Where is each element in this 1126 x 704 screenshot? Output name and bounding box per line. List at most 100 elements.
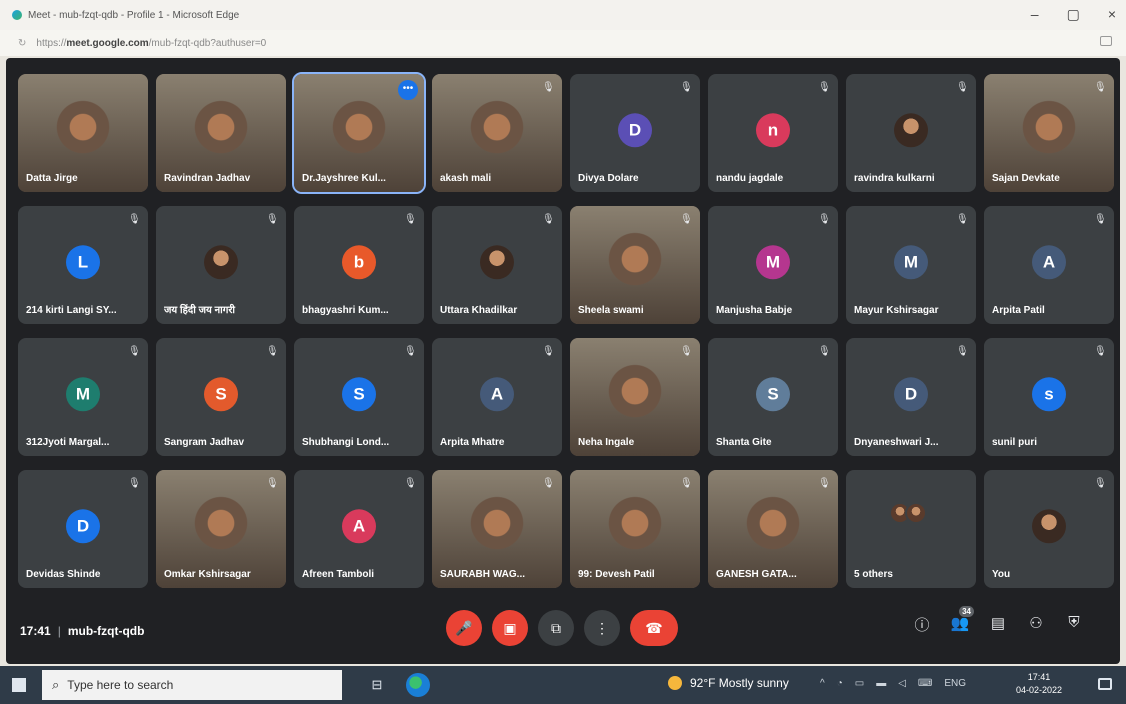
others-avatars — [889, 502, 927, 524]
participant-tile[interactable]: L 🎙 214 kirti Langi SY... — [18, 206, 148, 324]
mic-muted-icon: 🎙 — [542, 478, 555, 489]
participant-tile[interactable]: 5 others — [846, 470, 976, 588]
participant-tile[interactable]: D 🎙 Divya Dolare — [570, 74, 700, 192]
present-icon: ⧉ — [551, 619, 561, 636]
meeting-time: 17:41 — [20, 624, 51, 638]
chevron-up-icon[interactable]: ^ — [820, 678, 825, 689]
camera-toggle-button[interactable]: ▣ — [492, 610, 528, 646]
avatar: A — [480, 377, 514, 412]
participant-tile[interactable]: M 🎙 Mayur Kshirsagar — [846, 206, 976, 324]
participant-tile[interactable]: Datta Jirge — [18, 74, 148, 192]
avatar-photo — [905, 502, 927, 524]
participant-name: Ravindran Jadhav — [164, 173, 251, 184]
url-text[interactable]: https://meet.google.com/mub-fzqt-qdb?aut… — [36, 38, 266, 49]
participant-tile[interactable]: 🎙 akash mali — [432, 74, 562, 192]
more-options-button[interactable]: ⋮ — [584, 610, 620, 646]
participant-name: Manjusha Babje — [716, 305, 793, 316]
participant-tile[interactable]: b 🎙 bhagyashri Kum... — [294, 206, 424, 324]
participant-tile[interactable]: 🎙 जय हिंदी जय नागरी — [156, 206, 286, 324]
weather-widget[interactable]: 92°F Mostly sunny — [668, 676, 789, 690]
participant-name: nandu jagdale — [716, 173, 784, 184]
mic-muted-icon: 🎙 — [404, 214, 417, 225]
participant-name: जय हिंदी जय नागरी — [164, 305, 236, 316]
refresh-icon[interactable]: ↻ — [18, 38, 26, 49]
network-icon[interactable]: ◔ — [837, 678, 843, 689]
participant-tile[interactable]: M 🎙 Manjusha Babje — [708, 206, 838, 324]
end-call-button[interactable]: ☎ — [630, 610, 678, 646]
participant-name: Afreen Tamboli — [302, 569, 375, 580]
minimize-button[interactable]: – — [1031, 6, 1039, 23]
battery-icon[interactable]: ▭ — [855, 678, 864, 689]
people-icon: 👥 — [950, 615, 970, 632]
sun-icon — [668, 676, 682, 690]
participant-name: Datta Jirge — [26, 173, 78, 184]
weather-text: 92°F Mostly sunny — [690, 676, 789, 690]
extension-icon[interactable] — [1100, 36, 1112, 46]
task-view-icon[interactable]: ⊟ — [366, 674, 388, 696]
address-bar[interactable]: ↻ https://meet.google.com/mub-fzqt-qdb?a… — [0, 30, 1126, 56]
separator: | — [57, 624, 61, 638]
mic-muted-icon: 🎙 — [404, 346, 417, 357]
folder-icon[interactable]: ▬ — [876, 678, 886, 689]
mic-muted-icon: 🎙 — [542, 82, 555, 93]
notification-icon[interactable] — [1098, 678, 1112, 690]
mic-toggle-button[interactable]: 🎤 — [446, 610, 482, 646]
start-button[interactable] — [12, 678, 26, 692]
participant-tile[interactable]: D 🎙 Dnyaneshwari J... — [846, 338, 976, 456]
mic-muted-icon: 🎙 — [680, 214, 693, 225]
mic-muted-icon: 🎙 — [680, 478, 693, 489]
participant-tile[interactable]: s 🎙 sunil puri — [984, 338, 1114, 456]
volume-icon[interactable]: ◁ — [898, 678, 906, 689]
meeting-info-button[interactable]: ⓘ — [910, 614, 934, 640]
participant-tile[interactable]: 🎙 Sajan Devkate — [984, 74, 1114, 192]
search-placeholder: Type here to search — [67, 678, 174, 692]
activities-button[interactable]: ⚇ — [1024, 614, 1048, 640]
mic-muted-icon: 🎙 — [956, 82, 969, 93]
taskbar-search[interactable]: ⌕ Type here to search — [42, 670, 342, 700]
participant-tile[interactable]: S 🎙 Shubhangi Lond... — [294, 338, 424, 456]
participant-tile[interactable]: S 🎙 Shanta Gite — [708, 338, 838, 456]
keyboard-icon[interactable]: ⌨ — [918, 678, 932, 689]
participant-name: Dr.Jayshree Kul... — [302, 173, 386, 184]
participant-tile[interactable]: 🎙 GANESH GATA... — [708, 470, 838, 588]
close-button[interactable]: × — [1108, 6, 1116, 23]
participant-tile[interactable]: 🎙 SAURABH WAG... — [432, 470, 562, 588]
participant-name: Arpita Patil — [992, 305, 1045, 316]
mic-muted-icon: 🎙 — [128, 214, 141, 225]
participant-tile[interactable]: 🎙 ravindra kulkarni — [846, 74, 976, 192]
participant-tile[interactable]: M 🎙 312Jyoti Margal... — [18, 338, 148, 456]
participant-name: Neha Ingale — [578, 437, 635, 448]
avatar: M — [756, 245, 790, 280]
participant-tile[interactable]: 🎙 Uttara Khadilkar — [432, 206, 562, 324]
participant-tile[interactable]: A 🎙 Afreen Tamboli — [294, 470, 424, 588]
chat-button[interactable]: ▤ — [986, 614, 1010, 640]
participant-tile[interactable]: A 🎙 Arpita Patil — [984, 206, 1114, 324]
taskbar-clock[interactable]: 17:41 04-02-2022 — [1016, 671, 1062, 697]
participant-tile[interactable]: Ravindran Jadhav — [156, 74, 286, 192]
mic-muted-icon: 🎙 — [1094, 478, 1107, 489]
participant-tile[interactable]: 🎙 Omkar Kshirsagar — [156, 470, 286, 588]
participant-name: 5 others — [854, 569, 893, 580]
browser-titlebar: Meet - mub-fzqt-qdb - Profile 1 - Micros… — [0, 0, 1126, 30]
participant-tile[interactable]: 🎙 Sheela swami — [570, 206, 700, 324]
maximize-button[interactable]: ▢ — [1067, 6, 1080, 23]
participant-tile[interactable]: 🎙 99: Devesh Patil — [570, 470, 700, 588]
participant-grid: Datta Jirge Ravindran Jadhav ••• Dr.Jayshre… — [18, 72, 1116, 594]
edge-taskbar-icon[interactable] — [406, 673, 430, 697]
mic-muted-icon: 🎙 — [128, 478, 141, 489]
participant-tile[interactable]: D 🎙 Devidas Shinde — [18, 470, 148, 588]
participant-tile[interactable]: A 🎙 Arpita Mhatre — [432, 338, 562, 456]
people-button[interactable]: 👥 34 — [948, 606, 974, 640]
language-indicator[interactable]: ENG — [944, 678, 966, 689]
participant-tile[interactable]: S 🎙 Sangram Jadhav — [156, 338, 286, 456]
present-button[interactable]: ⧉ — [538, 610, 574, 646]
participant-tile[interactable]: 🎙 You — [984, 470, 1114, 588]
host-controls-button[interactable]: ⛨ — [1062, 614, 1086, 640]
participant-tile[interactable]: n 🎙 nandu jagdale — [708, 74, 838, 192]
participant-name: GANESH GATA... — [716, 569, 797, 580]
participant-tile[interactable]: ••• Dr.Jayshree Kul... — [292, 72, 426, 194]
windows-taskbar: ⌕ Type here to search ⊟ 92°F Mostly sunn… — [0, 666, 1126, 704]
participant-name: SAURABH WAG... — [440, 569, 525, 580]
participant-tile[interactable]: 🎙 Neha Ingale — [570, 338, 700, 456]
avatar: D — [66, 509, 100, 544]
